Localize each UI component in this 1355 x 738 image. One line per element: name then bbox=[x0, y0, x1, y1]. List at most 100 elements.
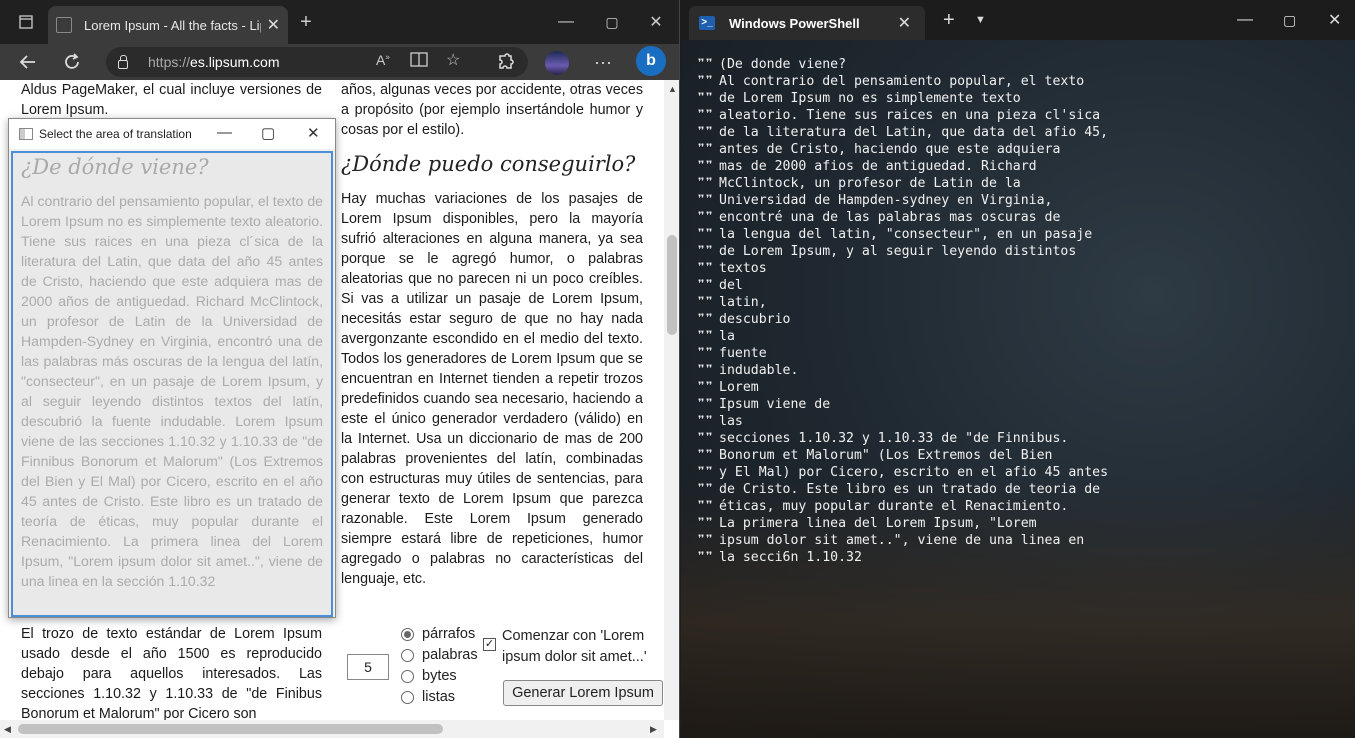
terminal-line: ❞❞ descubrio bbox=[697, 311, 1108, 328]
back-arrow-icon[interactable] bbox=[18, 44, 38, 80]
tab-close-icon[interactable]: ✕ bbox=[267, 15, 280, 35]
translation-window-title: Select the area of translation bbox=[39, 127, 192, 141]
terminal-line-text: La primera linea del Lorem Ipsum, "Lorem bbox=[719, 516, 1037, 531]
terminal-line: ❞❞ Lorem bbox=[697, 379, 1108, 396]
terminal-line: ❞❞ fuente bbox=[697, 345, 1108, 362]
terminal-line: ❞❞ secciones 1.10.32 y 1.10.33 de "de Fin… bbox=[697, 430, 1108, 447]
radio-bytes[interactable]: bytes bbox=[401, 668, 457, 684]
translation-area-window[interactable]: Select the area of translation — ▢ ✕ ¿De… bbox=[8, 118, 336, 618]
terminal-tab[interactable]: >_ Windows PowerShell ✕ bbox=[689, 6, 925, 40]
overlay-close-button[interactable]: ✕ bbox=[307, 124, 320, 142]
page-favicon-icon bbox=[56, 17, 72, 33]
text-paragraph-top-right: años, algunas veces por accidente, otras… bbox=[341, 82, 643, 138]
terminal-line: ❞❞ ipsum dolor sit amet..", viene de una … bbox=[697, 532, 1108, 549]
quote-prefix-icon: ❞❞ bbox=[697, 516, 713, 531]
quote-prefix-icon: ❞❞ bbox=[697, 329, 713, 344]
terminal-line-text: mas de 2000 afios de antiguedad. Richard bbox=[719, 159, 1037, 174]
terminal-close-button[interactable]: ✕ bbox=[1328, 0, 1341, 40]
favorite-star-icon[interactable]: ☆ bbox=[446, 50, 460, 70]
quote-prefix-icon: ❞❞ bbox=[697, 533, 713, 548]
terminal-tab-close-icon[interactable]: ✕ bbox=[898, 13, 911, 33]
tab-title: Lorem Ipsum - All the facts - Lips bbox=[84, 17, 261, 33]
vertical-scrollbar[interactable]: ▲ bbox=[664, 80, 679, 720]
terminal-line: ❞❞ antes de Cristo, haciendo que este adq… bbox=[697, 141, 1108, 158]
scroll-left-arrow-icon[interactable]: ◀ bbox=[4, 724, 11, 735]
radio-dot-selected bbox=[401, 627, 414, 641]
terminal-line-text: Universidad de Hampden-sydney en Virgini… bbox=[719, 193, 1053, 208]
quote-prefix-icon: ❞❞ bbox=[697, 431, 713, 446]
quote-prefix-icon: ❞❞ bbox=[697, 550, 713, 565]
immersive-reader-icon[interactable] bbox=[410, 52, 428, 71]
profile-avatar[interactable] bbox=[545, 51, 569, 75]
radio-label: párrafos bbox=[422, 626, 476, 642]
close-window-button[interactable]: ✕ bbox=[646, 0, 666, 44]
terminal-new-tab-button[interactable]: + bbox=[943, 0, 955, 40]
vertical-scroll-thumb[interactable] bbox=[667, 235, 677, 335]
section-heading-where-to-get: ¿Dónde puedo conseguirlo? bbox=[341, 152, 636, 176]
terminal-line: ❞❞ McClintock, un profesor de Latin de la bbox=[697, 175, 1108, 192]
horizontal-scrollbar[interactable]: ◀ ▶ bbox=[0, 720, 664, 738]
terminal-line-text: textos bbox=[719, 261, 767, 276]
settings-more-icon[interactable]: ··· bbox=[594, 44, 612, 80]
terminal-line: ❞❞ la secci6n 1.10.32 bbox=[697, 549, 1108, 566]
terminal-line-text: de la literatura del Latin, que data del… bbox=[719, 125, 1109, 140]
terminal-line: ❞❞ La primera linea del Lorem Ipsum, "Lor… bbox=[697, 515, 1108, 532]
browser-window: Lorem Ipsum - All the facts - Lips ✕ + —… bbox=[0, 0, 680, 738]
extensions-icon[interactable] bbox=[496, 44, 516, 80]
lock-icon bbox=[118, 54, 128, 69]
address-bar[interactable]: https:// es.lipsum.com bbox=[106, 47, 528, 77]
overlay-maximize-button[interactable]: ▢ bbox=[261, 124, 275, 142]
horizontal-scroll-thumb[interactable] bbox=[18, 724, 443, 734]
start-with-lorem-checkbox[interactable]: ✓ bbox=[483, 638, 496, 651]
translation-selection-area[interactable]: ¿De dónde viene? Al contrario del pensam… bbox=[11, 151, 333, 617]
minimize-button[interactable]: — bbox=[556, 0, 576, 44]
browser-toolbar: https:// es.lipsum.com A» ☆ ··· bbox=[0, 44, 679, 80]
quote-prefix-icon: ❞❞ bbox=[697, 363, 713, 378]
text-paragraph-where-to-get: Hay muchas variaciones de los pasajes de… bbox=[341, 191, 643, 587]
terminal-line: ❞❞ las bbox=[697, 413, 1108, 430]
browser-tab-bar: Lorem Ipsum - All the facts - Lips ✕ + —… bbox=[0, 0, 679, 44]
count-input[interactable]: 5 bbox=[347, 654, 389, 680]
quote-prefix-icon: ❞❞ bbox=[697, 397, 713, 412]
terminal-tab-title: Windows PowerShell bbox=[729, 15, 860, 31]
terminal-dropdown-chevron-icon[interactable]: ▼ bbox=[975, 0, 986, 40]
scroll-right-arrow-icon[interactable]: ▶ bbox=[650, 724, 657, 735]
terminal-line-text: latin, bbox=[719, 295, 767, 310]
terminal-line: ❞❞ (De donde viene? bbox=[697, 56, 1108, 73]
quote-prefix-icon: ❞❞ bbox=[697, 482, 713, 497]
radio-label: listas bbox=[422, 689, 456, 705]
quote-prefix-icon: ❞❞ bbox=[697, 193, 713, 208]
terminal-line-text: encontré una de las palabras mas oscuras… bbox=[719, 210, 1061, 225]
terminal-line-text: fuente bbox=[719, 346, 767, 361]
terminal-line-text: aleatorio. Tiene sus raices en una pieza… bbox=[719, 108, 1101, 123]
terminal-titlebar: >_ Windows PowerShell ✕ + ▼ — ▢ ✕ bbox=[681, 0, 1355, 40]
terminal-line-text: Lorem bbox=[719, 380, 759, 395]
new-tab-button[interactable]: + bbox=[296, 0, 316, 44]
radio-paragraphs[interactable]: párrafos bbox=[401, 626, 475, 642]
terminal-minimize-button[interactable]: — bbox=[1237, 0, 1253, 40]
terminal-line-text: la secci6n 1.10.32 bbox=[719, 550, 862, 565]
terminal-line: ❞❞ Bonorum et Malorum" (Los Extremos del … bbox=[697, 447, 1108, 464]
tab-actions-icon[interactable] bbox=[14, 0, 38, 44]
terminal-line: ❞❞ Universidad de Hampden-sydney en Virgi… bbox=[697, 192, 1108, 209]
terminal-line: ❞❞ mas de 2000 afios de antiguedad. Richa… bbox=[697, 158, 1108, 175]
terminal-line-text: y El Mal) por Cicero, escrito en el afio… bbox=[719, 465, 1109, 480]
terminal-line-text: ipsum dolor sit amet..", viene de una li… bbox=[719, 533, 1085, 548]
browser-tab[interactable]: Lorem Ipsum - All the facts - Lips ✕ bbox=[48, 6, 288, 44]
generate-lorem-ipsum-button[interactable]: Generar Lorem Ipsum bbox=[503, 680, 663, 706]
terminal-line: ❞❞ Al contrario del pensamiento popular, … bbox=[697, 73, 1108, 90]
terminal-line: ❞❞ de Lorem Ipsum, y al seguir leyendo di… bbox=[697, 243, 1108, 260]
read-aloud-icon[interactable]: A» bbox=[376, 52, 390, 68]
overlay-minimize-button[interactable]: — bbox=[217, 124, 232, 141]
quote-prefix-icon: ❞❞ bbox=[697, 74, 713, 89]
terminal-line-text: de Cristo. Este libro es un tratado de t… bbox=[719, 482, 1101, 497]
bing-copilot-icon[interactable]: b bbox=[636, 46, 666, 76]
scroll-up-arrow-icon[interactable]: ▲ bbox=[668, 84, 677, 94]
radio-lists[interactable]: listas bbox=[401, 689, 455, 705]
radio-words[interactable]: palabras bbox=[401, 647, 478, 663]
radio-dot bbox=[401, 669, 414, 683]
translation-window-titlebar[interactable]: Select the area of translation — ▢ ✕ bbox=[9, 119, 335, 149]
terminal-maximize-button[interactable]: ▢ bbox=[1283, 0, 1296, 40]
maximize-button[interactable]: ▢ bbox=[602, 0, 622, 44]
refresh-icon[interactable] bbox=[62, 44, 82, 80]
